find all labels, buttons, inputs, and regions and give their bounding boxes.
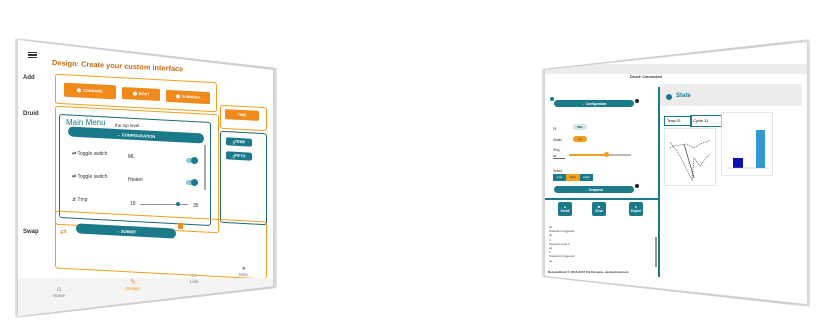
console-log: uk Snapshot triggered ok 3 Speed is now … xyxy=(549,225,649,263)
nav-home[interactable]: ⌂ Home xyxy=(53,286,65,298)
toggle-row-1-value: ML xyxy=(128,154,135,160)
bar-2 xyxy=(756,130,765,168)
link-icon: ▭ xyxy=(191,273,197,279)
add-input-button[interactable]: INPUT xyxy=(122,87,160,101)
ring-slider[interactable] xyxy=(569,154,631,156)
toggle-row-2-value: Heater xyxy=(128,177,144,183)
temp-max: 35 xyxy=(193,203,199,209)
state-title: State xyxy=(676,93,691,99)
speed-label: Speed xyxy=(553,169,563,173)
delete-icon[interactable] xyxy=(178,223,183,229)
toggle-switch-ml[interactable] xyxy=(186,157,198,164)
swap-icon[interactable]: ⇄ xyxy=(60,227,67,236)
configuration-button-right[interactable]: → Configuration xyxy=(554,100,634,107)
section-label-druid: Druid xyxy=(23,111,39,117)
connection-status: Druid: Connected xyxy=(630,75,662,79)
snapshot-info-icon[interactable] xyxy=(635,184,639,188)
speed-low[interactable]: Low xyxy=(553,174,567,181)
main-menu-subtitle: the top level... xyxy=(115,123,144,128)
cycle-readout: Cycle 11 xyxy=(690,115,722,127)
temp-min: 18 xyxy=(130,201,136,207)
ring-slider-knob[interactable] xyxy=(604,152,609,157)
left-tablet-screen: Design: Create your custom interface Add… xyxy=(18,40,273,316)
swap-panel xyxy=(55,210,267,280)
snapshot-button[interactable]: → Snapshot xyxy=(554,186,634,193)
toggle-row-1-label: ⇄ Toggle switch xyxy=(72,151,108,157)
design-icon: ✎ xyxy=(130,279,136,286)
state-icon xyxy=(666,94,672,100)
speed-selector[interactable]: Low Med High xyxy=(553,174,593,181)
temp-label: ⇵ Tmp xyxy=(72,197,88,203)
nav-design[interactable]: ✎ Design xyxy=(126,278,140,291)
add-command-button[interactable]: COMMAND xyxy=(64,82,116,100)
close-icon[interactable] xyxy=(550,97,554,101)
toggle-switch-heater[interactable] xyxy=(186,179,198,186)
horizontal-divider xyxy=(545,198,658,200)
home-icon: ⌂ xyxy=(56,286,62,293)
footer: RemoteDruid © 2015-2017 Pat Designs, dev… xyxy=(548,270,629,274)
field-2-control[interactable]: Yes xyxy=(573,136,587,142)
time-button[interactable]: TIME xyxy=(225,109,259,121)
temp-slider-knob[interactable] xyxy=(176,202,180,206)
scatter-chart-frame xyxy=(664,128,716,186)
main-menu-scrollbar[interactable] xyxy=(204,145,206,190)
field-3-input[interactable]: 40 xyxy=(553,154,565,159)
temp-readout: Temp 33 xyxy=(664,116,692,126)
speed-high[interactable]: High xyxy=(579,174,593,181)
field-1-control[interactable]: Bits xyxy=(573,124,587,130)
section-label-add: Add xyxy=(23,75,35,81)
toggle-row-2-label: ⇄ Toggle switch xyxy=(72,174,108,180)
field-1-label: Fil xyxy=(553,127,557,131)
bar-1 xyxy=(733,158,743,168)
field-3-label: Ring xyxy=(553,148,560,152)
export-button[interactable]: ⬇ Export xyxy=(629,202,643,216)
info-icon[interactable] xyxy=(635,99,639,103)
console-scrollbar[interactable] xyxy=(655,237,657,267)
section-label-swap: Swap xyxy=(23,229,39,235)
field-2-label: Stable xyxy=(553,138,563,142)
page-title: Design: Create your custom interface xyxy=(51,58,184,74)
scatter-chart xyxy=(664,128,716,186)
add-submenu-button[interactable]: SUBMENU xyxy=(166,89,210,105)
main-menu-title: Main Menu xyxy=(66,118,106,127)
nav-link[interactable]: ▭ Link xyxy=(190,272,198,284)
scroll-button[interactable]: ▲ Scroll xyxy=(558,202,572,216)
temp-slider[interactable] xyxy=(140,204,188,205)
fifth-button[interactable]: ▯ FIFTH xyxy=(226,151,252,161)
console-line: ok xyxy=(549,258,553,263)
menu-icon[interactable] xyxy=(28,52,37,59)
vertical-divider xyxy=(658,87,660,277)
bar-chart xyxy=(721,112,773,176)
speed-med[interactable]: Med xyxy=(566,174,580,181)
right-panel-screen: Druid: Connected → Configuration Fil Bit… xyxy=(545,42,807,304)
temp-button[interactable]: ▯ TEMP xyxy=(226,137,252,147)
nav-misc[interactable]: ● Misc xyxy=(239,266,248,277)
clear-button[interactable]: ✖ Clear xyxy=(592,202,606,216)
